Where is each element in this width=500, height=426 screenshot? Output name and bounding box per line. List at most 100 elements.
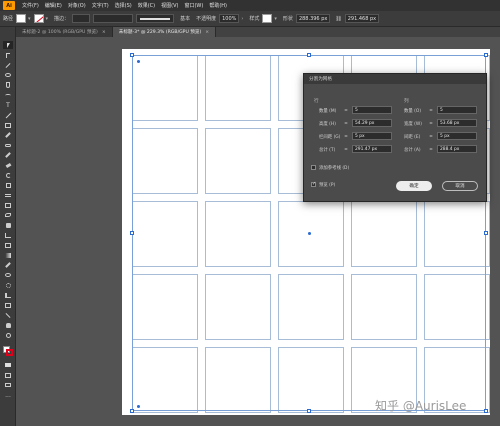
ok-button[interactable]: 确定 <box>396 181 432 191</box>
chevron-right-icon[interactable]: › <box>241 16 243 22</box>
tab-document-3[interactable]: 未标题-3* @ 229.3% (RGB/GPU 预览) × <box>112 27 217 37</box>
stepper-icon[interactable]: ◂▸ <box>429 120 433 125</box>
chevron-down-icon[interactable]: ▾ <box>274 16 277 22</box>
height-field[interactable]: 291.468 px <box>344 14 380 23</box>
pencil-tool-icon[interactable] <box>3 151 13 159</box>
stepper-icon[interactable]: ◂▸ <box>429 107 433 112</box>
curvature-tool-icon[interactable] <box>3 91 13 99</box>
preview-checkbox[interactable] <box>311 181 316 187</box>
live-paint-tool-icon[interactable] <box>3 221 13 229</box>
menu-effect[interactable]: 效果(C) <box>135 2 158 9</box>
slice-tool-icon[interactable] <box>3 311 13 319</box>
menu-window[interactable]: 窗口(W) <box>181 2 206 9</box>
grid-cell[interactable] <box>132 128 198 194</box>
mesh-tool-icon[interactable] <box>3 241 13 249</box>
rows-count-input[interactable]: ◂▸ 5 <box>344 106 392 114</box>
type-tool-icon[interactable]: T <box>3 101 13 109</box>
resize-handle-bottom[interactable] <box>307 409 311 413</box>
add-guides-checkbox[interactable] <box>311 165 316 170</box>
brush-definition-dropdown[interactable] <box>136 14 175 23</box>
grid-cell[interactable] <box>424 274 490 340</box>
close-icon[interactable]: × <box>102 30 106 35</box>
grid-cell[interactable] <box>424 201 490 267</box>
graphic-style-swatch[interactable] <box>262 14 273 23</box>
stepper-icon[interactable]: ◂▸ <box>344 120 348 125</box>
grid-cell[interactable] <box>132 347 198 413</box>
cancel-button[interactable]: 取消 <box>442 181 478 191</box>
width-tool-icon[interactable] <box>3 191 13 199</box>
screen-mode-icon[interactable] <box>3 381 13 389</box>
grid-cell[interactable] <box>205 55 271 121</box>
menu-select[interactable]: 选择(S) <box>112 2 135 9</box>
stepper-icon[interactable]: ◂▸ <box>344 146 348 151</box>
resize-handle-right[interactable] <box>484 231 488 235</box>
row-height-input[interactable]: ◂▸ 54.29 px <box>344 119 392 127</box>
columns-total-input[interactable]: ◂▸ 288.4 px <box>429 145 477 153</box>
grid-cell[interactable] <box>132 55 198 121</box>
shape-builder-tool-icon[interactable] <box>3 211 13 219</box>
grid-cell[interactable] <box>278 274 344 340</box>
fill-stroke-icon[interactable] <box>3 345 13 357</box>
zoom-tool-icon[interactable] <box>3 331 13 339</box>
lasso-tool-icon[interactable] <box>3 71 13 79</box>
menu-file[interactable]: 文件(F) <box>19 2 42 9</box>
chevron-down-icon[interactable]: ▾ <box>46 16 49 22</box>
column-width-input[interactable]: ◂▸ 53.68 px <box>429 119 477 127</box>
opacity-field[interactable]: 100% <box>219 14 240 23</box>
symbol-sprayer-tool-icon[interactable] <box>3 281 13 289</box>
grid-cell[interactable] <box>351 274 417 340</box>
menu-object[interactable]: 对象(O) <box>65 2 89 9</box>
menu-type[interactable]: 文字(T) <box>89 2 112 9</box>
link-icon[interactable]: ⛓ <box>335 16 341 22</box>
grid-cell[interactable] <box>132 201 198 267</box>
width-field[interactable]: 288.396 px <box>295 14 331 23</box>
rectangle-tool-icon[interactable] <box>3 121 13 129</box>
grid-cell[interactable] <box>278 201 344 267</box>
grid-cell[interactable] <box>278 347 344 413</box>
blend-tool-icon[interactable] <box>3 271 13 279</box>
eyedropper-tool-icon[interactable] <box>3 261 13 269</box>
tab-document-2[interactable]: 未标题-2 @ 100% (RGB/GPU 预览) × <box>16 27 113 37</box>
more-tools-icon[interactable]: ··· <box>3 393 13 401</box>
selection-tool-icon[interactable] <box>3 41 13 49</box>
chevron-down-icon[interactable]: ▾ <box>28 16 31 22</box>
grid-cell[interactable] <box>205 201 271 267</box>
scale-tool-icon[interactable] <box>3 181 13 189</box>
close-icon[interactable]: × <box>205 30 209 35</box>
hand-tool-icon[interactable] <box>3 321 13 329</box>
resize-handle-bottom-left[interactable] <box>130 409 134 413</box>
artboard-tool-icon[interactable] <box>3 301 13 309</box>
line-segment-tool-icon[interactable] <box>3 111 13 119</box>
column-gutter-input[interactable]: ◂▸ 5 px <box>429 132 477 140</box>
grid-cell[interactable] <box>132 274 198 340</box>
rotate-tool-icon[interactable] <box>3 171 13 179</box>
paintbrush-tool-icon[interactable] <box>3 131 13 139</box>
row-gutter-input[interactable]: ◂▸ 5 px <box>344 132 392 140</box>
columns-count-input[interactable]: ◂▸ 5 <box>429 106 477 114</box>
stepper-icon[interactable]: ◂▸ <box>429 133 433 138</box>
direct-selection-tool-icon[interactable] <box>3 51 13 59</box>
resize-handle-bottom-right[interactable] <box>484 409 488 413</box>
resize-handle-left[interactable] <box>130 231 134 235</box>
rows-total-input[interactable]: ◂▸ 291.47 px <box>344 145 392 153</box>
resize-handle-top-left[interactable] <box>130 53 134 57</box>
stepper-icon[interactable]: ◂▸ <box>344 107 348 112</box>
stroke-swatch[interactable] <box>33 14 44 23</box>
grid-cell[interactable] <box>205 274 271 340</box>
pen-tool-icon[interactable] <box>3 81 13 89</box>
column-graph-tool-icon[interactable] <box>3 291 13 299</box>
menu-help[interactable]: 帮助(H) <box>206 2 230 9</box>
shape-label[interactable]: 形状 <box>283 15 293 22</box>
free-transform-tool-icon[interactable] <box>3 201 13 209</box>
resize-handle-top-right[interactable] <box>484 53 488 57</box>
menu-view[interactable]: 视图(V) <box>158 2 181 9</box>
eraser-tool-icon[interactable] <box>3 161 13 169</box>
color-mode-icon[interactable] <box>3 361 13 369</box>
grid-cell[interactable] <box>351 201 417 267</box>
gradient-tool-icon[interactable] <box>3 251 13 259</box>
grid-cell[interactable] <box>205 128 271 194</box>
drawing-mode-icon[interactable] <box>3 371 13 379</box>
opacity-label[interactable]: 不透明度 <box>196 15 216 22</box>
variable-width-dropdown[interactable] <box>93 14 134 23</box>
shaper-tool-icon[interactable] <box>3 141 13 149</box>
